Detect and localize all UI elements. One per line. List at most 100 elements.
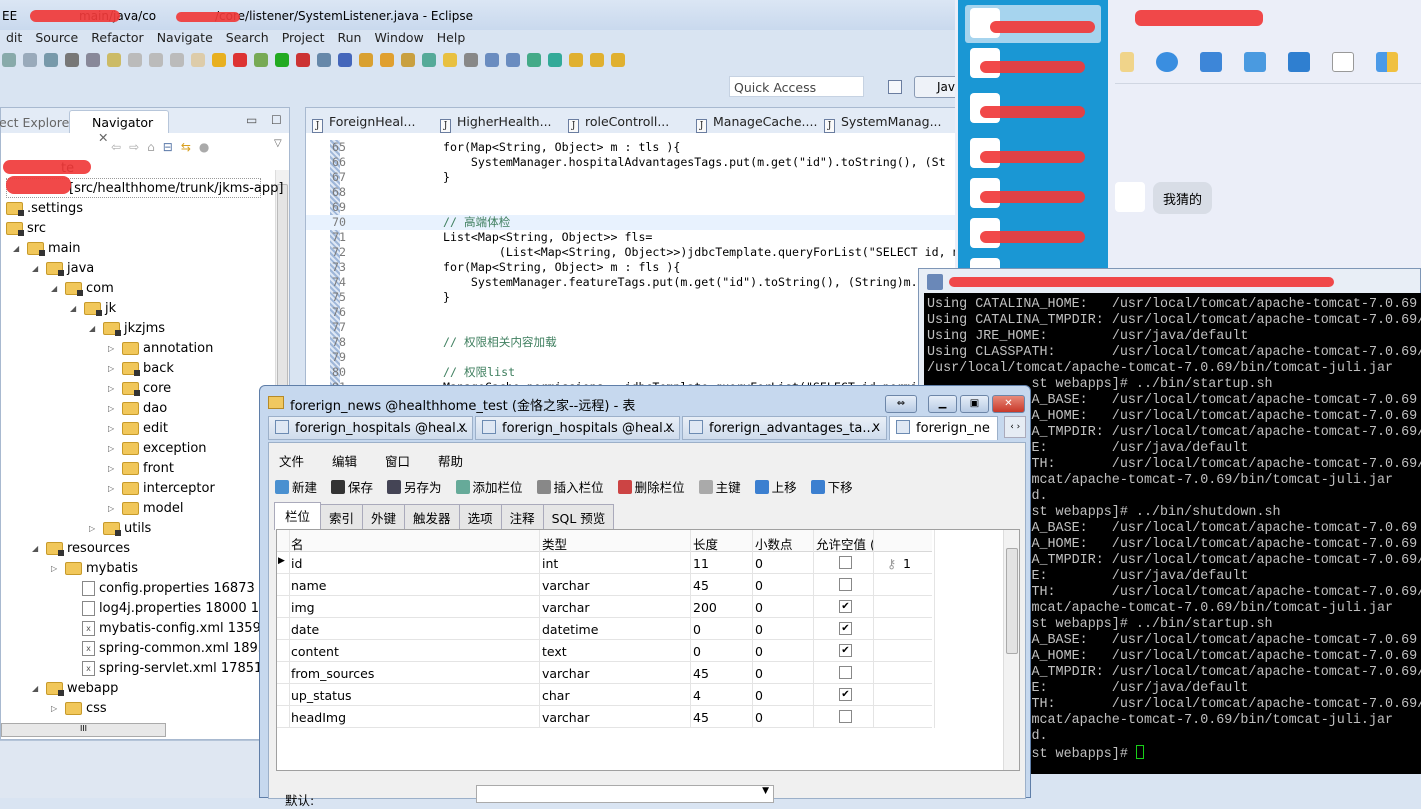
- tree-item[interactable]: ▷ edit: [108, 418, 168, 438]
- add-field-button[interactable]: 添加栏位: [455, 477, 523, 496]
- menu-search[interactable]: Search: [220, 30, 276, 48]
- cell-decimal[interactable]: 0: [755, 666, 763, 681]
- collapsed-arrow-icon[interactable]: ▷: [108, 404, 118, 413]
- document-tab[interactable]: forerign_hospitals @heal... x: [475, 416, 681, 440]
- navicat-menu-item[interactable]: 文件: [279, 451, 304, 470]
- close-tab-icon[interactable]: x: [458, 420, 466, 435]
- forward-icon[interactable]: ⇨: [129, 140, 139, 154]
- para-icon[interactable]: [506, 53, 520, 67]
- cell-name[interactable]: up_status: [291, 688, 352, 703]
- task-icon[interactable]: [107, 53, 121, 67]
- table-row[interactable]: ▶ id int 11 0 ⚷ 1: [277, 552, 932, 574]
- cell-name[interactable]: name: [291, 578, 326, 593]
- cell-name[interactable]: content: [291, 644, 339, 659]
- minimize-icon[interactable]: ▭: [246, 113, 257, 127]
- java-perspective-button[interactable]: Java: [914, 76, 962, 98]
- designer-tab[interactable]: 选项: [458, 504, 502, 530]
- tree-item[interactable]: ▷ dao: [108, 398, 167, 418]
- tree-item[interactable]: ◢ java: [32, 258, 94, 278]
- cell-name[interactable]: id: [291, 556, 302, 571]
- qq-contact[interactable]: [965, 45, 1101, 83]
- redo-icon[interactable]: [149, 53, 163, 67]
- qq-contact[interactable]: [965, 215, 1101, 253]
- tab-project-explorer[interactable]: ect Explorer: [0, 115, 74, 130]
- scroll-thumb[interactable]: [1006, 548, 1018, 654]
- save-icon[interactable]: [23, 53, 37, 67]
- primary-key-button[interactable]: 主键: [698, 477, 741, 496]
- cell-length[interactable]: 0: [693, 622, 701, 637]
- qq-contact[interactable]: [965, 135, 1101, 173]
- cell-length[interactable]: 45: [693, 578, 709, 593]
- skip-icon[interactable]: [191, 53, 205, 67]
- view-dropdown-icon[interactable]: ▽: [274, 138, 282, 149]
- open-perspective-icon[interactable]: [888, 80, 902, 94]
- nullable-checkbox[interactable]: [839, 556, 852, 569]
- cell-decimal[interactable]: 0: [755, 622, 763, 637]
- cell-decimal[interactable]: 0: [755, 644, 763, 659]
- cell-type[interactable]: varchar: [542, 578, 590, 593]
- link-editor-icon[interactable]: ⇆: [181, 140, 191, 154]
- new-button[interactable]: 新建: [275, 477, 317, 496]
- qq-contact[interactable]: [965, 90, 1101, 128]
- cell-decimal[interactable]: 0: [755, 710, 763, 725]
- cell-type[interactable]: varchar: [542, 666, 590, 681]
- menu-run[interactable]: Run: [332, 30, 369, 48]
- screen-share-icon[interactable]: [1200, 52, 1222, 72]
- menu-source[interactable]: Source: [29, 30, 85, 48]
- cell-type[interactable]: varchar: [542, 710, 590, 725]
- editor-tab[interactable]: J HigherHealth...: [434, 108, 562, 133]
- tree-item[interactable]: ◢ com: [51, 278, 114, 298]
- expanded-arrow-icon[interactable]: ◢: [51, 284, 61, 293]
- open-type-icon[interactable]: [359, 53, 373, 67]
- maximize-button[interactable]: ▣: [960, 395, 989, 413]
- navicat-menu-item[interactable]: 编辑: [332, 451, 357, 470]
- coverage-icon[interactable]: [296, 53, 310, 67]
- move-up-button[interactable]: 上移: [754, 477, 797, 496]
- new-icon[interactable]: [2, 53, 16, 67]
- designer-tab[interactable]: SQL 预览: [542, 504, 615, 530]
- designer-tab[interactable]: 索引: [320, 504, 364, 530]
- navicat-menu-item[interactable]: 窗口: [385, 451, 410, 470]
- default-value-select[interactable]: ▼: [476, 785, 774, 803]
- collapsed-arrow-icon[interactable]: ▷: [108, 444, 118, 453]
- quick-access-input[interactable]: Quick Access: [729, 76, 864, 97]
- cell-length[interactable]: 0: [693, 644, 701, 659]
- column-header[interactable]: 允许空值 (: [816, 534, 875, 553]
- terminate-icon[interactable]: [233, 53, 247, 67]
- grid-vscrollbar[interactable]: [1003, 530, 1019, 770]
- back-icon[interactable]: ⇦: [111, 140, 121, 154]
- tab-navigator[interactable]: Navigator ✕: [69, 110, 169, 145]
- tree-item[interactable]: ▷ annotation: [108, 338, 213, 358]
- debug-icon[interactable]: [254, 53, 268, 67]
- document-tab[interactable]: forerign_ne: [889, 416, 999, 440]
- undo-icon[interactable]: [128, 53, 142, 67]
- insert-field-button[interactable]: 插入栏位: [536, 477, 604, 496]
- maximize-icon[interactable]: ☐: [271, 113, 282, 127]
- save-button[interactable]: 保存: [331, 477, 373, 496]
- tree-item[interactable]: ▷ core: [108, 378, 171, 398]
- tree-item[interactable]: ▷ exception: [108, 438, 207, 458]
- video-call-icon[interactable]: [1156, 52, 1178, 72]
- minimize-button[interactable]: ▁: [928, 395, 957, 413]
- up-icon[interactable]: ⌂: [147, 140, 155, 154]
- nullable-checkbox[interactable]: [839, 710, 852, 723]
- expanded-arrow-icon[interactable]: ◢: [32, 684, 42, 693]
- menu-help[interactable]: Help: [431, 30, 473, 48]
- table-row[interactable]: from_sources varchar 45 0: [277, 662, 932, 684]
- print-icon[interactable]: [44, 53, 58, 67]
- apps-icon[interactable]: [1376, 52, 1398, 72]
- cell-type[interactable]: varchar: [542, 600, 590, 615]
- expanded-arrow-icon[interactable]: ◢: [13, 244, 23, 253]
- collapsed-arrow-icon[interactable]: ▷: [108, 464, 118, 473]
- collapsed-arrow-icon[interactable]: ▷: [51, 564, 61, 573]
- tree-item[interactable]: .settings: [6, 198, 83, 218]
- expanded-arrow-icon[interactable]: ◢: [70, 304, 80, 313]
- tree-item[interactable]: ▷ model: [108, 498, 183, 518]
- cell-type[interactable]: datetime: [542, 622, 598, 637]
- nullable-checkbox[interactable]: [839, 578, 852, 591]
- tree-item[interactable]: ▷ interceptor: [108, 478, 215, 498]
- menu-refactor[interactable]: Refactor: [85, 30, 150, 48]
- table-row[interactable]: content text 0 0 ✔: [277, 640, 932, 662]
- restore-layout-button[interactable]: ⇔: [885, 395, 917, 413]
- document-tab[interactable]: forerign_hospitals @heal... x: [268, 416, 474, 440]
